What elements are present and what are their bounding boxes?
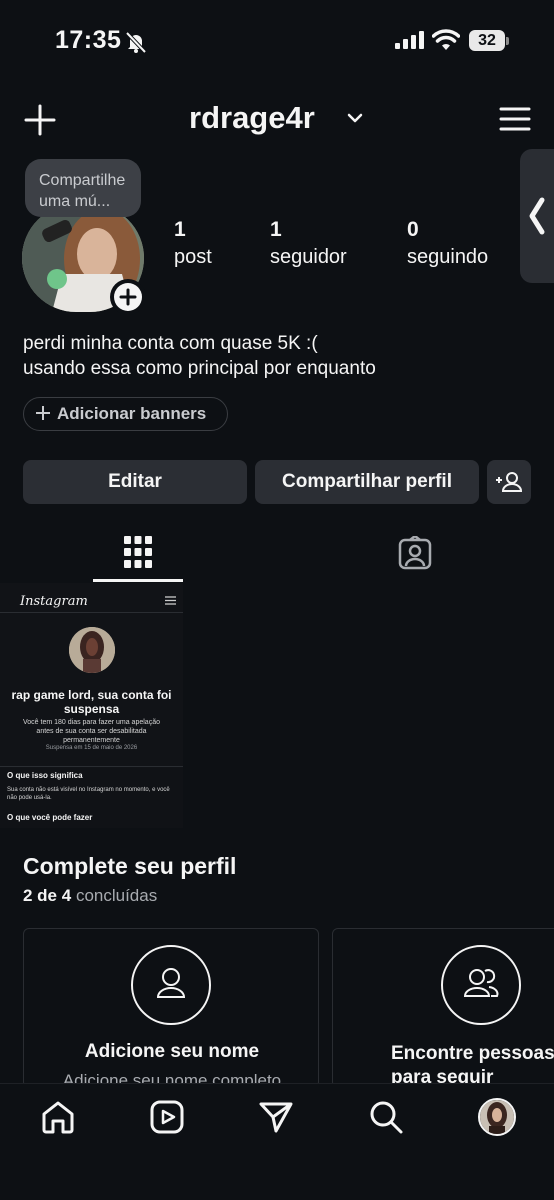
battery-nub	[506, 37, 509, 45]
person-icon	[131, 945, 211, 1025]
discover-people-button[interactable]	[487, 460, 531, 504]
cellular-signal-icon	[395, 31, 425, 49]
thumb-avatar	[69, 627, 115, 673]
progress-label: concluídas	[75, 886, 158, 905]
thumb-section2-title: O que você pode fazer	[7, 813, 93, 822]
menu-button[interactable]	[499, 106, 531, 132]
nav-profile[interactable]	[478, 1098, 516, 1136]
hamburger-icon	[499, 107, 531, 131]
avatar	[480, 1100, 514, 1134]
nav-home[interactable]	[40, 1099, 76, 1135]
progress-count: 2 de 4	[23, 886, 72, 905]
thumb-headline: rap game lord, sua conta foi suspensa	[11, 688, 172, 716]
bio-line-2: usando essa como principal por enquanto	[23, 358, 376, 379]
posts-label: post	[174, 246, 212, 268]
card-title: Adicione seu nome	[84, 1041, 260, 1062]
post-thumbnail[interactable]: Instagram rap game lord, sua conta foi s…	[0, 583, 183, 828]
people-icon	[441, 945, 521, 1025]
posts-stat[interactable]: 1 post	[174, 218, 212, 269]
grid-icon	[124, 536, 152, 568]
edit-profile-button[interactable]: Editar	[23, 460, 247, 504]
following-label: seguindo	[407, 246, 489, 268]
create-button[interactable]	[22, 102, 58, 138]
battery-indicator: 32	[469, 30, 505, 51]
followers-count: 1	[270, 218, 282, 241]
plus-icon	[24, 104, 56, 136]
find-people-card[interactable]: Encontre pessoas para seguir	[332, 928, 554, 1088]
add-person-icon	[496, 472, 523, 492]
plus-icon	[35, 405, 51, 421]
send-icon	[259, 1102, 293, 1133]
add-story-plus-icon[interactable]	[114, 283, 142, 311]
thumb-instagram-logo: Instagram	[20, 594, 88, 609]
reels-icon	[150, 1100, 184, 1134]
chevron-down-icon[interactable]	[346, 111, 364, 125]
tab-tagged[interactable]	[398, 536, 432, 570]
chevron-left-icon[interactable]	[526, 196, 548, 236]
card-title: Encontre pessoas para seguir	[391, 1043, 554, 1088]
followers-stat[interactable]: 1 seguidor	[270, 218, 347, 269]
share-profile-button[interactable]: Compartilhar perfil	[255, 460, 479, 504]
search-icon	[370, 1101, 403, 1134]
active-tab-indicator	[93, 579, 183, 582]
status-time: 17:35	[55, 26, 122, 54]
note-bubble[interactable]: Compartilhe uma mú...	[25, 159, 141, 217]
following-stat[interactable]: 0 seguindo	[407, 218, 488, 269]
bio-line-1: perdi minha conta com quase 5K :(	[23, 333, 318, 354]
bio: perdi minha conta com quase 5K :( usando…	[23, 331, 376, 381]
add-name-card[interactable]: Adicione seu nome Adicione seu nome comp…	[23, 928, 319, 1088]
complete-profile-progress: 2 de 4 concluídas	[23, 886, 157, 906]
thumb-menu-icon	[165, 596, 176, 605]
tagged-person-icon	[398, 536, 432, 570]
tab-posts-grid[interactable]	[124, 536, 152, 568]
thumb-section1-body: Sua conta não está visível no Instagram …	[7, 787, 170, 801]
nav-search[interactable]	[368, 1099, 404, 1135]
thumb-date: Suspensa em 15 de maio de 2026	[45, 745, 138, 751]
account-username[interactable]: rdrage4r	[189, 100, 315, 136]
wifi-icon	[432, 29, 460, 51]
complete-profile-title: Complete seu perfil	[23, 853, 237, 879]
nav-reels[interactable]	[149, 1099, 185, 1135]
bell-muted-icon	[124, 30, 148, 54]
nav-direct[interactable]	[258, 1099, 294, 1135]
posts-count: 1	[174, 218, 186, 241]
home-icon	[42, 1101, 74, 1134]
followers-label: seguidor	[270, 246, 347, 268]
thumb-body: Você tem 180 dias para fazer uma apelaçã…	[23, 719, 160, 744]
add-banners-button[interactable]: Adicionar banners	[23, 397, 228, 431]
thumb-section1-title: O que isso significa	[7, 771, 83, 780]
following-count: 0	[407, 218, 419, 241]
